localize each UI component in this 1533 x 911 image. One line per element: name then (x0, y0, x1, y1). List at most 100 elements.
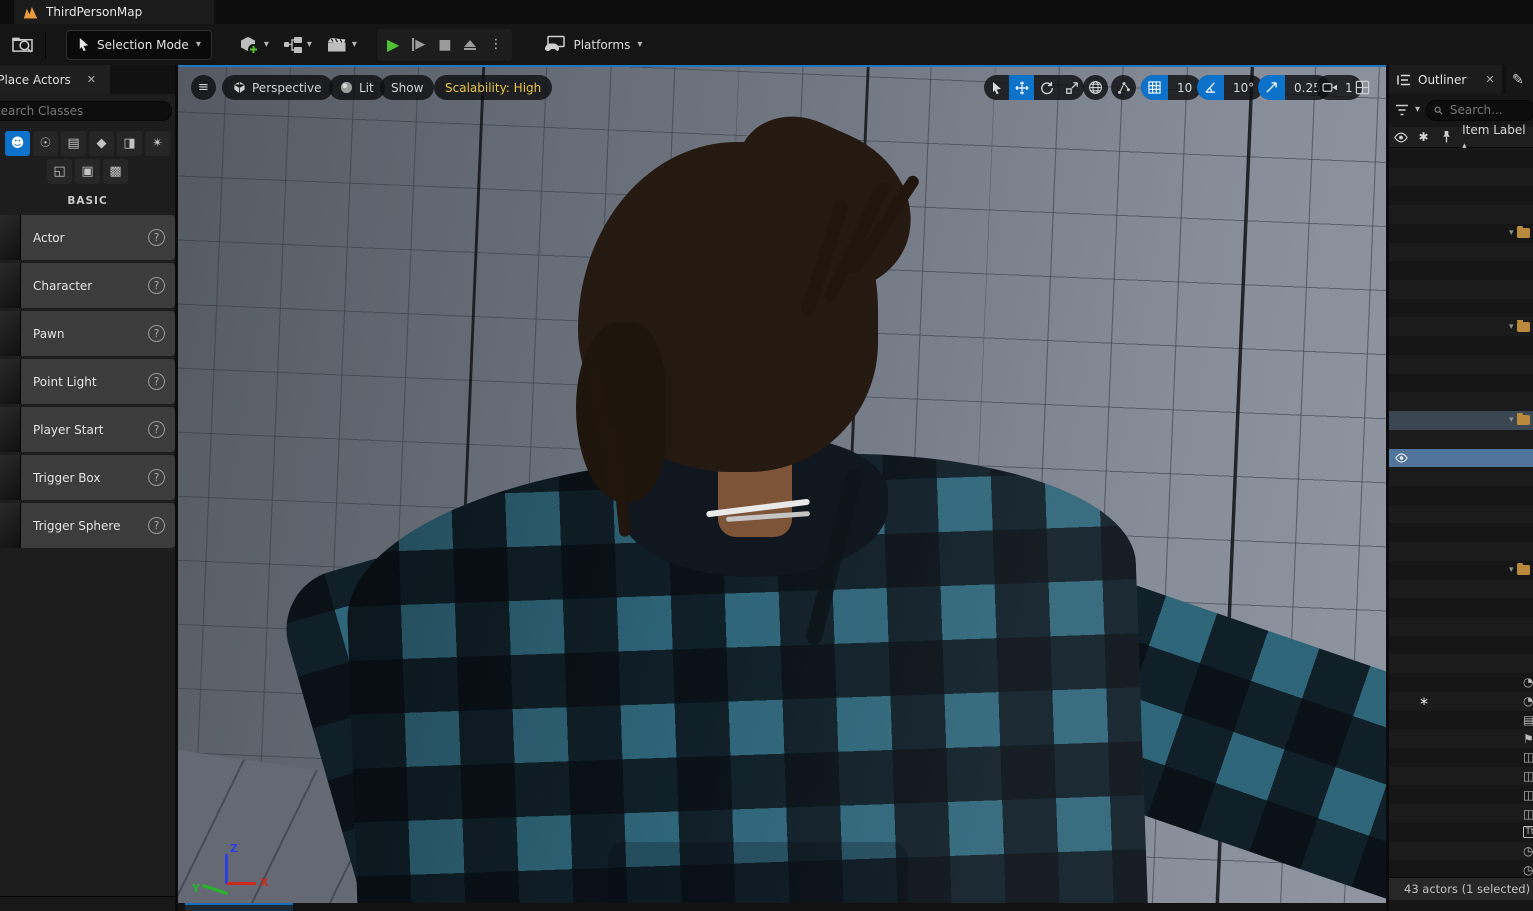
outliner-actor-row[interactable]: ▤New (1389, 711, 1533, 730)
outliner-actor-row[interactable]: ◔BP_A (1389, 673, 1533, 692)
level-viewport[interactable]: ≡ Perspective Lit Show Scalability: High (178, 65, 1386, 903)
outliner-actor-row[interactable]: ◫SM_ (1389, 767, 1533, 786)
details-tab-partial[interactable]: ✎ (1506, 65, 1533, 94)
panel-divider[interactable] (175, 65, 178, 911)
outliner-actor-row[interactable]: ◫SM (1389, 205, 1533, 224)
outliner-actor-row[interactable]: ☁Vo (1389, 542, 1533, 561)
search-classes-field[interactable] (0, 101, 172, 121)
outliner-actor-row[interactable]: ◫SM (1389, 654, 1533, 673)
expander-arrow-icon[interactable]: ▾ (1509, 565, 1514, 575)
cinematic-icon[interactable]: ▤ (61, 131, 86, 156)
help-icon[interactable]: ? (148, 421, 165, 438)
placeable-item[interactable]: Actor? (0, 215, 175, 260)
camera-speed-icon[interactable] (1316, 75, 1343, 100)
outliner-actor-row[interactable]: ◫SM_ (1389, 748, 1533, 767)
close-icon[interactable]: ✕ (1485, 73, 1494, 86)
close-icon[interactable]: ✕ (87, 73, 96, 86)
outliner-actor-row[interactable]: ◫SM (1389, 243, 1533, 262)
help-icon[interactable]: ? (148, 469, 165, 486)
outliner-actor-row[interactable]: ◫SM (1389, 636, 1533, 655)
chevron-down-icon[interactable]: ▾ (1415, 105, 1420, 115)
outliner-actor-row[interactable]: ☼Sk (1389, 486, 1533, 505)
content-browser-button[interactable] (5, 30, 39, 60)
outliner-actor-row[interactable]: ◷Worl (1389, 842, 1533, 861)
cinematics-button[interactable]: ▾ (326, 36, 357, 54)
placeable-item[interactable]: Pawn? (0, 311, 175, 356)
platforms-dropdown[interactable]: Platforms ▾ (542, 35, 642, 54)
favorite-column-header[interactable]: ✱ (1413, 130, 1435, 144)
outliner-actor-row[interactable]: ◫SM (1389, 598, 1533, 617)
outliner-folder-row[interactable]: ▾Cylin (1389, 317, 1533, 336)
favorite-marker[interactable]: ∗ (1413, 694, 1435, 708)
help-icon[interactable]: ? (148, 229, 165, 246)
outliner-actor-row[interactable]: ◫SM (1389, 523, 1533, 542)
viewport-layout-button[interactable] (1350, 75, 1375, 100)
outliner-actor-row[interactable]: ◫SM (1389, 186, 1533, 205)
outliner-actor-row[interactable]: ◫SM (1389, 261, 1533, 280)
outliner-actor-row[interactable]: ◫SM (1389, 580, 1533, 599)
expander-arrow-icon[interactable]: ▾ (1509, 322, 1514, 332)
outliner-folder-row[interactable]: ▾Light (1389, 411, 1533, 430)
outliner-actor-row[interactable]: ☀Dir (1389, 430, 1533, 449)
particles-icon[interactable]: ✴ (145, 131, 170, 156)
place-actors-tab[interactable]: Place Actors ✕ (0, 65, 110, 94)
outliner-actor-row[interactable]: ∗◔BP_D (1389, 692, 1533, 711)
geometry-icon[interactable]: ◱ (47, 159, 72, 184)
expander-arrow-icon[interactable]: ▾ (1509, 228, 1514, 238)
rotation-snap-icon[interactable] (1197, 75, 1224, 100)
outliner-actor-row[interactable]: ◫SM_ (1389, 785, 1533, 804)
more-options-button[interactable]: ⋮ (489, 38, 502, 51)
help-icon[interactable]: ? (148, 517, 165, 534)
placeable-item[interactable]: Trigger Sphere? (0, 503, 175, 548)
placeable-item[interactable]: Point Light? (0, 359, 175, 404)
visibility-toggle[interactable] (1389, 453, 1413, 463)
eject-button[interactable] (464, 39, 477, 50)
outliner-actor-row[interactable]: ◫SM (1389, 149, 1533, 168)
select-tool-button[interactable] (984, 75, 1009, 100)
outliner-tab[interactable]: Outliner ✕ (1389, 65, 1502, 94)
outliner-actor-row[interactable]: ◫SM (1389, 168, 1533, 187)
scalability-warning[interactable]: Scalability: High (434, 75, 553, 100)
grid-snap-control[interactable]: 10 (1141, 75, 1202, 100)
placeable-item[interactable]: Character? (0, 263, 175, 308)
lights-icon[interactable]: ☉ (33, 131, 58, 156)
world-coordinate-button[interactable] (1083, 75, 1108, 100)
outliner-actor-row[interactable]: ◫SM (1389, 355, 1533, 374)
help-icon[interactable]: ? (148, 277, 165, 294)
level-tab[interactable]: ThirdPersonMap (14, 0, 214, 24)
outliner-actor-row[interactable]: ◫SM (1389, 392, 1533, 411)
stop-button[interactable]: ■ (438, 38, 451, 52)
visual-effects-icon[interactable]: ◨ (117, 131, 142, 156)
outliner-folder-row[interactable]: ▾Play (1389, 561, 1533, 580)
outliner-search-field[interactable] (1426, 99, 1533, 121)
move-tool-button[interactable] (1009, 75, 1034, 100)
outliner-actor-row[interactable]: TtText (1389, 823, 1533, 842)
outliner-actor-row[interactable]: ☁Ex (1389, 448, 1533, 468)
outliner-folder-row[interactable]: ▾Bloc (1389, 224, 1533, 243)
pin-column-header[interactable] (1434, 130, 1458, 144)
selection-mode-dropdown[interactable]: Selection Mode ▾ (66, 29, 212, 60)
all-classes-icon[interactable]: ▩ (103, 159, 128, 184)
outliner-actor-row[interactable]: ⚑Playe (1389, 729, 1533, 748)
expander-arrow-icon[interactable]: ▾ (1509, 415, 1514, 425)
item-label-column-header[interactable]: Item Label ▴ (1462, 123, 1533, 151)
outliner-actor-row[interactable]: ◠Sk (1389, 505, 1533, 524)
outliner-actor-row[interactable]: ▦Po (1389, 467, 1533, 486)
outliner-actor-row[interactable]: ◫SM (1389, 280, 1533, 299)
perspective-dropdown[interactable]: Perspective (222, 75, 333, 100)
surface-snapping-button[interactable] (1111, 75, 1136, 100)
filter-funnel-icon[interactable] (1395, 104, 1409, 116)
placeable-item[interactable]: Player Start? (0, 407, 175, 452)
outliner-actor-row[interactable]: ◫SM (1389, 374, 1533, 393)
outliner-actor-row[interactable]: ◫SM_ (1389, 804, 1533, 823)
bottom-dock-tab[interactable] (185, 903, 293, 911)
viewport-options-menu[interactable]: ≡ (191, 75, 216, 100)
help-icon[interactable]: ? (148, 325, 165, 342)
frame-skip-button[interactable]: ▶ (412, 38, 425, 51)
outliner-search-input[interactable] (1447, 102, 1527, 118)
show-dropdown[interactable]: Show (380, 75, 435, 100)
recently-placed-icon[interactable]: ☻ (5, 131, 30, 156)
outliner-actor-row[interactable]: ◫SM (1389, 617, 1533, 636)
shapes-icon[interactable]: ◆ (89, 131, 114, 156)
scale-tool-button[interactable] (1059, 75, 1084, 100)
